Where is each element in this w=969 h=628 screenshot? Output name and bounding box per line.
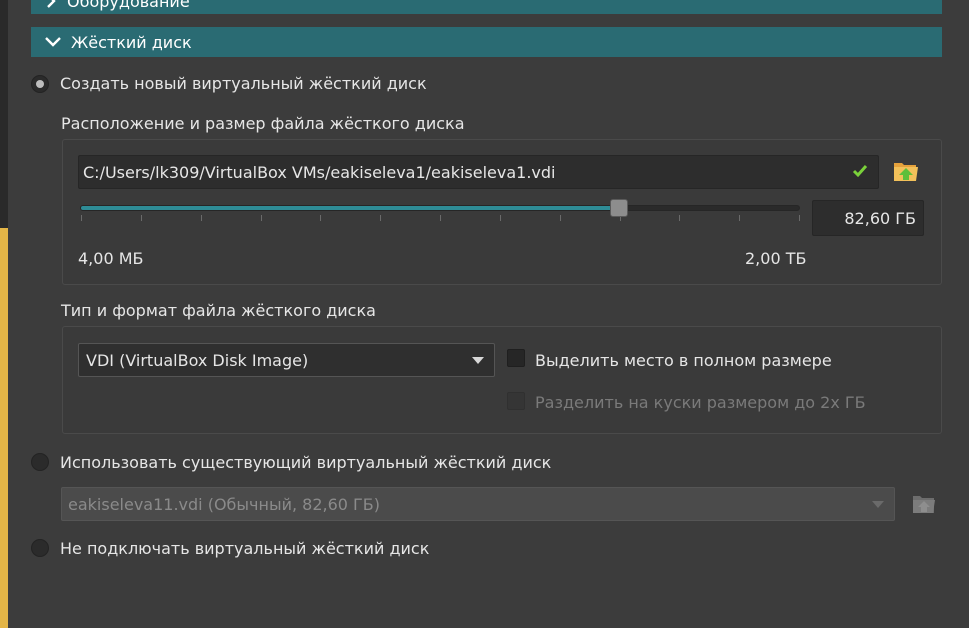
disk-size-slider-fill [81, 206, 619, 210]
slider-tick [679, 215, 680, 221]
existing-disk-value: eakiseleva11.vdi (Обычный, 82,60 ГБ) [68, 494, 381, 514]
create-new-disk-label[interactable]: Создать новый виртуальный жёсткий диск [60, 74, 427, 93]
choose-disk-location-button[interactable] [892, 157, 920, 189]
disk-format-select[interactable]: VDI (VirtualBox Disk Image) [78, 343, 495, 377]
existing-disk-select[interactable]: eakiseleva11.vdi (Обычный, 82,60 ГБ) [61, 487, 895, 521]
triangle-down-icon [472, 357, 484, 364]
section-hard-disk-label: Жёсткий диск [71, 32, 192, 52]
disk-path-value: C:/Users/lk309/VirtualBox VMs/eakiseleva… [83, 162, 556, 182]
choose-existing-disk-button[interactable] [911, 491, 937, 521]
slider-tick [799, 215, 800, 221]
no-disk-label[interactable]: Не подключать виртуальный жёсткий диск [60, 539, 429, 558]
no-disk-radio[interactable] [31, 539, 49, 557]
chevron-right-icon [47, 0, 56, 8]
disk-path-field[interactable]: C:/Users/lk309/VirtualBox VMs/eakiseleva… [78, 155, 879, 189]
slider-tick [320, 215, 321, 221]
slider-tick [440, 215, 441, 221]
section-hardware-header[interactable]: Оборудование [31, 0, 942, 14]
folder-open-icon [913, 496, 935, 513]
slider-tick [500, 215, 501, 221]
disk-type-group-label: Тип и формат файла жёсткого диска [61, 301, 376, 320]
split-label[interactable]: Разделить на куски размером до 2х ГБ [535, 393, 866, 412]
section-hard-disk-header[interactable]: Жёсткий диск [31, 27, 942, 57]
disk-size-field[interactable]: 82,60 ГБ [812, 200, 924, 236]
slider-tick [739, 215, 740, 221]
disk-size-value: 82,60 ГБ [844, 208, 916, 228]
slider-tick [141, 215, 142, 221]
section-hardware-label: Оборудование [67, 0, 190, 11]
create-new-disk-radio[interactable] [31, 75, 49, 93]
folder-open-icon [894, 163, 918, 181]
checkmark-icon [852, 165, 868, 178]
slider-tick [81, 215, 82, 221]
use-existing-disk-radio[interactable] [31, 453, 49, 471]
max-size-label: 2,00 ТБ [745, 249, 807, 268]
use-existing-disk-label[interactable]: Использовать существующий виртуальный жё… [60, 453, 551, 472]
slider-tick [560, 215, 561, 221]
slider-tick [380, 215, 381, 221]
slider-tick [261, 215, 262, 221]
location-size-group-label: Расположение и размер файла жёсткого дис… [61, 114, 465, 133]
left-panel-accent [0, 228, 8, 628]
disk-size-slider-handle[interactable] [610, 199, 628, 217]
slider-tick [201, 215, 202, 221]
split-checkbox[interactable] [507, 392, 525, 410]
preallocate-label[interactable]: Выделить место в полном размере [535, 351, 832, 370]
disk-format-value: VDI (VirtualBox Disk Image) [86, 350, 309, 370]
preallocate-checkbox[interactable] [507, 349, 525, 367]
chevron-down-icon [45, 37, 61, 47]
triangle-down-icon [872, 501, 884, 508]
min-size-label: 4,00 МБ [78, 249, 144, 268]
